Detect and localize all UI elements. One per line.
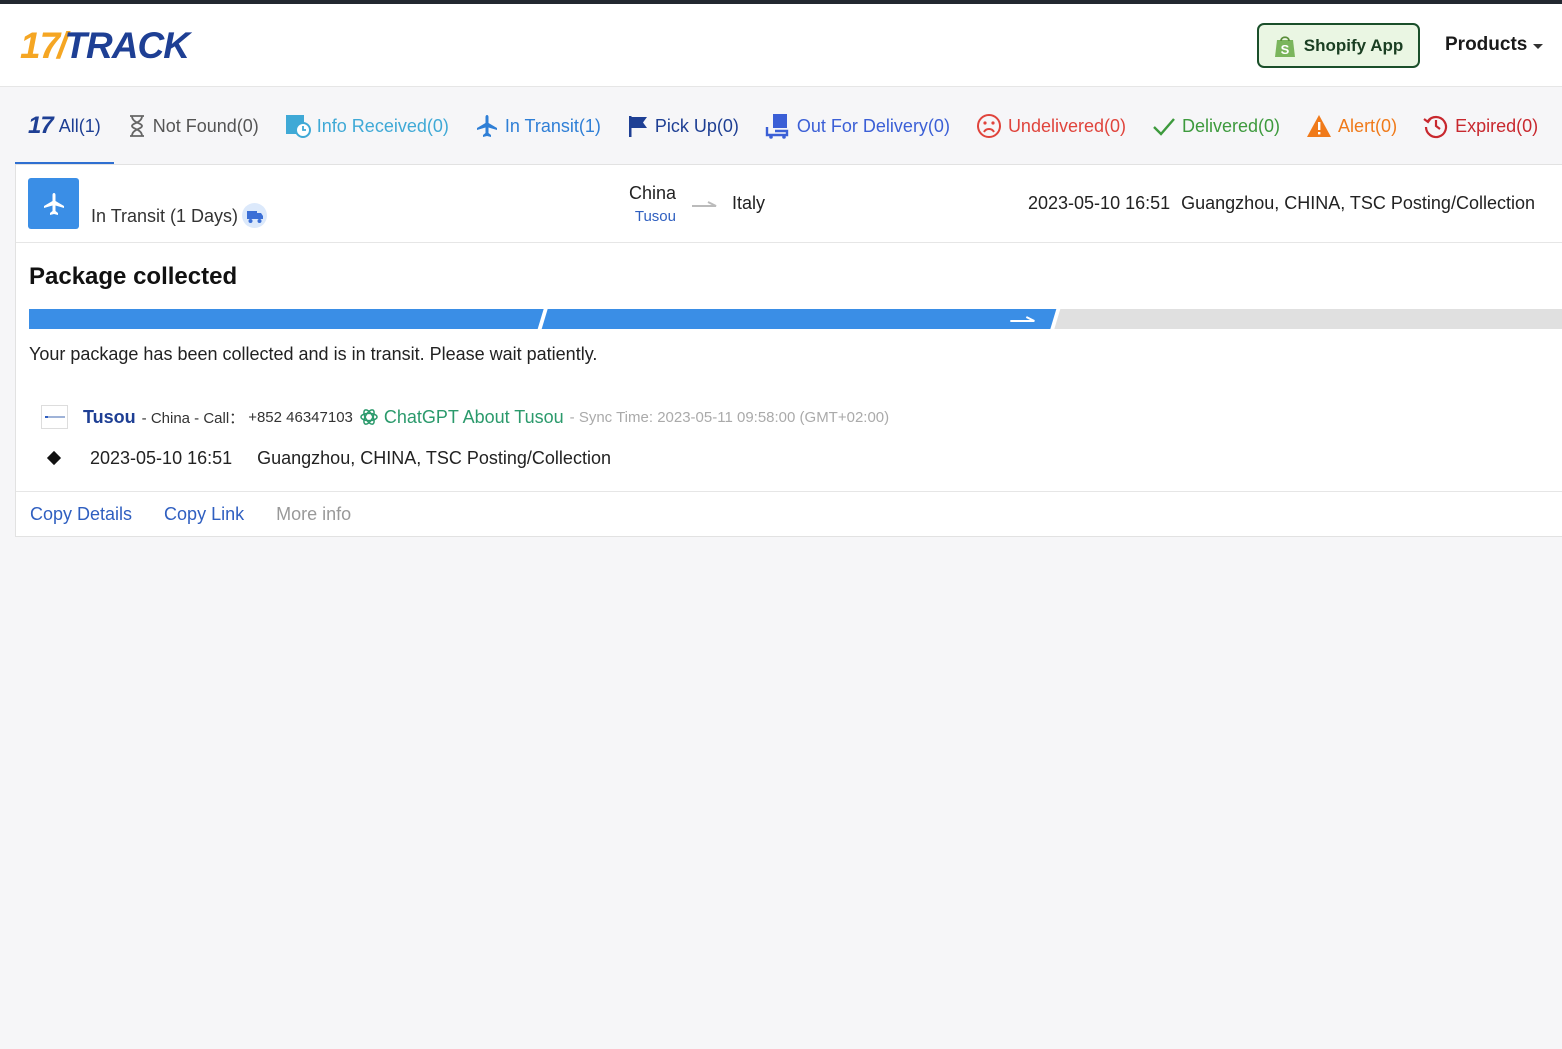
tab-pick-up[interactable]: Pick Up(0): [614, 88, 752, 164]
route-arrow-icon: [692, 201, 717, 207]
carrier-country: - China - Call：: [141, 409, 245, 427]
tab-label: Alert(0): [1338, 115, 1398, 136]
card-actions: Copy Details Copy Link More info: [16, 491, 1562, 537]
progress-segment: [29, 309, 544, 329]
info-received-icon: [285, 115, 311, 138]
chatgpt-label: ChatGPT About Tusou: [383, 406, 564, 427]
shopify-app-label: Shopify App: [1303, 35, 1404, 55]
origin-info: China Tusou: [612, 183, 676, 225]
event-list-item: 2023-05-10 16:51 Guangzhou, CHINA, TSC P…: [46, 446, 611, 470]
copy-link-button[interactable]: Copy Link: [164, 504, 244, 525]
shopify-app-button[interactable]: S Shopify App: [1257, 23, 1420, 68]
out-for-delivery-icon: [765, 114, 789, 139]
tab-label: In Transit(1): [504, 115, 601, 136]
destination-country: Italy: [732, 193, 766, 213]
site-header: 17 / TRACK S Shopify App Products: [0, 4, 1562, 87]
sync-time: - Sync Time: 2023-05-11 09:58:00 (GMT+02…: [569, 408, 890, 426]
sad-face-icon: [976, 114, 1001, 138]
tab-label: Delivered(0): [1182, 115, 1281, 136]
status-tabs: 17 All(1) Not Found(0) Info Received(0) …: [0, 88, 1562, 164]
logo-number: 17: [20, 25, 60, 66]
tab-label: All(1): [58, 115, 101, 136]
carrier-logo: [41, 405, 68, 429]
tab-info-received[interactable]: Info Received(0): [272, 88, 462, 164]
carrier-name-link[interactable]: Tusou: [83, 407, 136, 428]
tab-label: Info Received(0): [316, 115, 449, 136]
chatgpt-about-carrier-link[interactable]: ChatGPT About Tusou: [359, 407, 564, 428]
copy-details-button[interactable]: Copy Details: [30, 504, 132, 525]
carrier-phone: +852 46347103: [248, 408, 353, 426]
event-marker-icon: [46, 450, 62, 466]
site-logo[interactable]: 17 / TRACK: [20, 25, 190, 66]
tab-label: Pick Up(0): [654, 115, 739, 136]
truck-icon[interactable]: [242, 203, 267, 228]
latest-event-place: Guangzhou, CHINA, TSC Posting/Collection: [1181, 193, 1535, 213]
plane-icon: [43, 192, 64, 215]
tab-out-for-delivery[interactable]: Out For Delivery(0): [752, 88, 963, 164]
progress-segment: [1054, 309, 1562, 329]
origin-carrier-link[interactable]: Tusou: [612, 208, 676, 225]
flag-icon: [628, 116, 647, 137]
hourglass-icon: [129, 115, 144, 137]
shipment-status: In Transit (1 Days): [91, 206, 239, 226]
plane-icon: [476, 115, 497, 137]
tab-alert[interactable]: Alert(0): [1293, 88, 1410, 164]
caret-down-icon: [1533, 43, 1544, 49]
products-label: Products: [1445, 34, 1528, 55]
tab-delivered[interactable]: Delivered(0): [1139, 88, 1293, 164]
shipment-summary[interactable]: In Transit (1 Days) China Tusou Italy 20…: [16, 165, 1562, 243]
package-status-title: Package collected: [29, 263, 238, 290]
origin-country: China: [628, 183, 676, 203]
event-place: Guangzhou, CHINA, TSC Posting/Collection: [257, 447, 611, 468]
latest-event: 2023-05-10 16:51 Guangzhou, CHINA, TSC P…: [1028, 193, 1535, 214]
chatgpt-icon: [360, 409, 378, 425]
tab-expired[interactable]: Expired(0): [1410, 88, 1551, 164]
event-time: 2023-05-10 16:51: [90, 447, 233, 468]
carrier-info: Tusou - China - Call： +852 46347103 Chat…: [41, 405, 889, 429]
tab-label: Out For Delivery(0): [796, 115, 950, 136]
tracking-card: In Transit (1 Days) China Tusou Italy 20…: [15, 164, 1562, 537]
svg-text:S: S: [1280, 42, 1289, 57]
status-description: Your package has been collected and is i…: [29, 344, 598, 364]
latest-event-time: 2023-05-10 16:51: [1028, 193, 1171, 213]
tab-in-transit[interactable]: In Transit(1): [462, 88, 614, 164]
history-icon: [1423, 115, 1448, 139]
shopify-bag-icon: S: [1274, 35, 1295, 57]
logo-word: TRACK: [64, 25, 189, 66]
tab-not-found[interactable]: Not Found(0): [114, 88, 272, 164]
progress-bar: [29, 309, 1562, 329]
products-menu[interactable]: Products: [1445, 34, 1544, 56]
seventeen-logo-icon: 17: [28, 112, 54, 139]
status-plane-badge: [28, 178, 79, 229]
tab-all[interactable]: 17 All(1): [15, 88, 114, 164]
progress-segment: [541, 309, 1057, 329]
tab-label: Undelivered(0): [1007, 115, 1126, 136]
more-info-button[interactable]: More info: [276, 504, 351, 525]
tab-label: Expired(0): [1455, 115, 1539, 136]
warning-icon: [1307, 115, 1332, 137]
tab-label: Not Found(0): [152, 115, 259, 136]
tab-undelivered[interactable]: Undelivered(0): [963, 88, 1139, 164]
check-icon: [1153, 118, 1175, 136]
